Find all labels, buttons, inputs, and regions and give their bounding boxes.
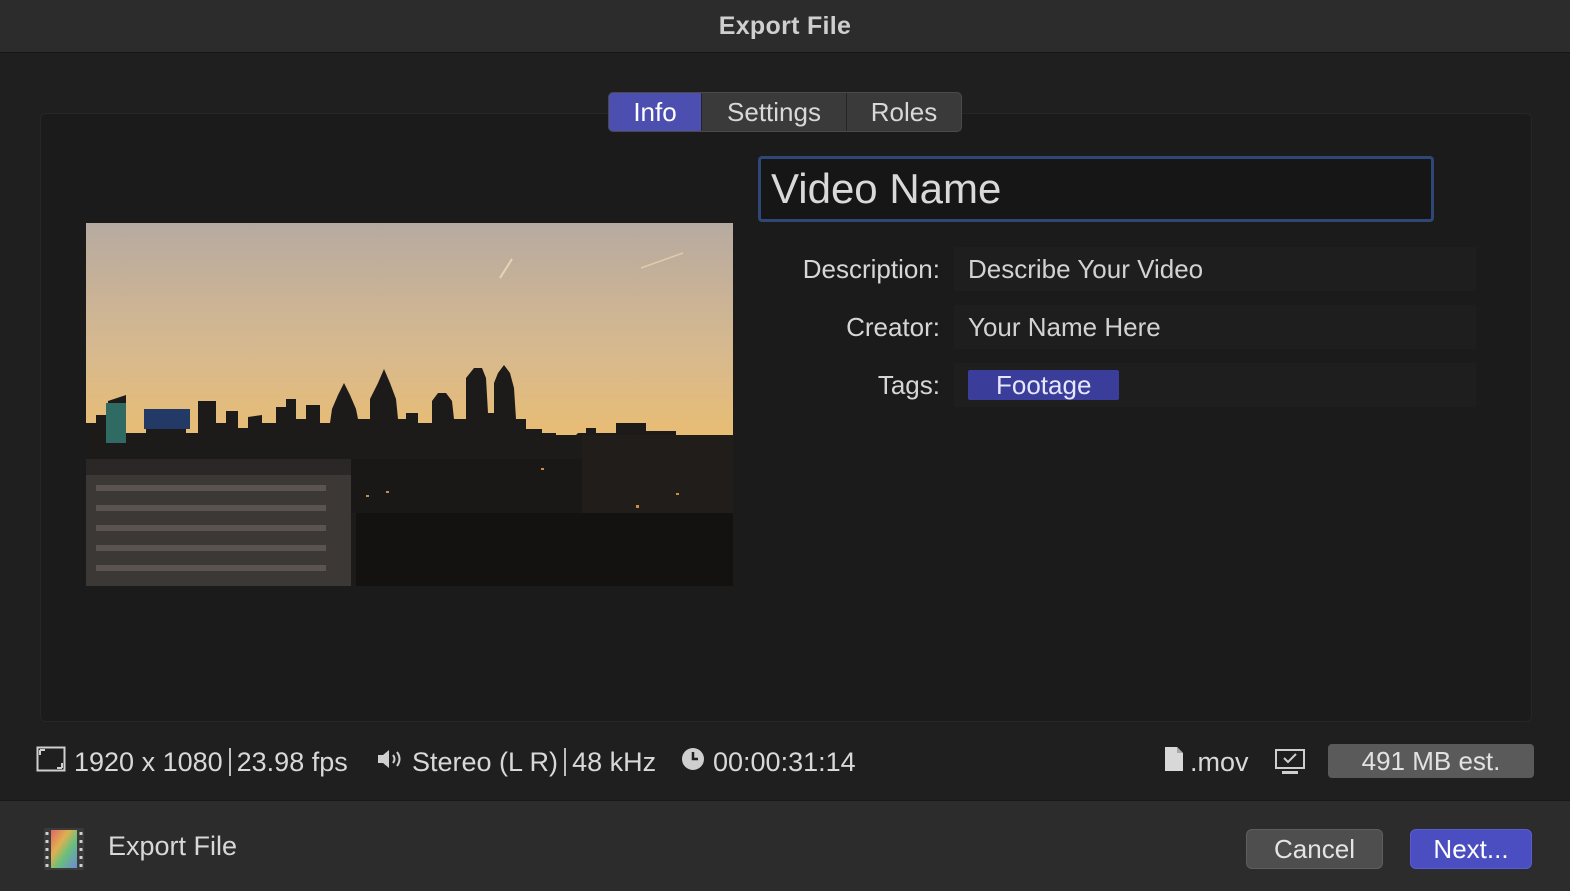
resolution-info: 1920 x 1080 23.98 fps (36, 746, 348, 779)
tag-chip[interactable]: Footage (968, 370, 1120, 400)
video-name-input[interactable] (769, 164, 1431, 214)
audio-channels-text: Stereo (L R) (412, 746, 559, 777)
sample-rate-text: 48 kHz (572, 746, 657, 777)
filmstrip-icon (44, 828, 84, 875)
description-field[interactable]: Describe Your Video (954, 247, 1476, 291)
title-bar: Export File (0, 0, 1570, 53)
frame-rate-text: 23.98 fps (236, 746, 348, 777)
frame-size-icon (36, 746, 66, 779)
divider (564, 748, 567, 776)
video-thumbnail (86, 223, 733, 586)
tab-info[interactable]: Info (609, 93, 702, 131)
tags-label: Tags: (877, 369, 940, 400)
tags-row: Tags: Footage (760, 363, 1476, 407)
cancel-button[interactable]: Cancel (1246, 829, 1383, 869)
next-button[interactable]: Next... (1410, 829, 1532, 869)
segmented-tabs: Info Settings Roles (608, 92, 962, 132)
document-icon (1164, 746, 1184, 779)
creator-label: Creator: (846, 311, 940, 342)
description-row: Description: Describe Your Video (760, 247, 1476, 291)
description-label: Description: (802, 253, 940, 284)
tab-settings[interactable]: Settings (702, 93, 847, 131)
export-destination-label: Export File (108, 831, 238, 861)
speaker-icon (376, 747, 404, 778)
audio-info: Stereo (L R) 48 kHz (376, 747, 656, 778)
size-estimate-badge: 491 MB est. (1328, 744, 1534, 778)
video-name-field[interactable] (758, 156, 1434, 222)
export-file-window: Export File Info Settings Roles Video Na… (0, 0, 1570, 891)
creator-row: Creator: Your Name Here (760, 305, 1476, 349)
window-title: Export File (718, 11, 852, 40)
divider (228, 748, 231, 776)
format-info: .mov (1164, 746, 1249, 779)
footer-bar: Export File Cancel Next... (0, 800, 1570, 891)
duration-info: 00:00:31:14 (681, 747, 856, 778)
display-icon[interactable] (1274, 748, 1306, 776)
tab-roles[interactable]: Roles (847, 93, 961, 131)
format-text: .mov (1190, 746, 1249, 777)
tags-field[interactable]: Footage (954, 363, 1476, 407)
duration-text: 00:00:31:14 (713, 746, 856, 777)
creator-field[interactable]: Your Name Here (954, 305, 1476, 349)
resolution-text: 1920 x 1080 (74, 746, 223, 777)
clock-icon (681, 747, 705, 778)
